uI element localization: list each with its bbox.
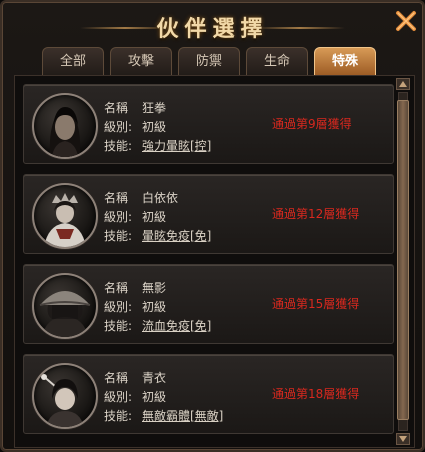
obtain-condition: 通過第18層獲得 bbox=[272, 387, 360, 401]
companion-name: 白依依 bbox=[142, 191, 179, 205]
level-label: 級別: bbox=[104, 120, 133, 134]
companion-name-row: 名稱 無影 bbox=[104, 279, 166, 296]
window-title: 伙伴選擇 bbox=[156, 17, 269, 42]
close-button[interactable] bbox=[394, 9, 418, 33]
companion-name-row: 名稱 白依依 bbox=[104, 189, 178, 206]
close-icon bbox=[396, 11, 416, 31]
scroll-up-button[interactable] bbox=[396, 78, 410, 90]
chevron-up-icon bbox=[399, 81, 407, 87]
companion-level: 初級 bbox=[142, 120, 167, 134]
obtain-condition: 通過第12層獲得 bbox=[272, 207, 360, 221]
companion-name: 狂拳 bbox=[142, 101, 167, 115]
name-label: 名稱 bbox=[104, 191, 129, 205]
companion-select-window: 伙伴選擇 全部 攻擊 防禦 生命 特殊 名稱 狂拳 級別: 初級 技能: 強力暈… bbox=[0, 0, 425, 452]
companion-skill-row: 技能: 流血免疫[免] bbox=[104, 317, 211, 334]
level-label: 級別: bbox=[104, 300, 133, 314]
name-label: 名稱 bbox=[104, 101, 129, 115]
companion-card[interactable]: 名稱 白依依 級別: 初級 技能: 暈眩免疫[免] 通過第12層獲得 bbox=[23, 174, 394, 254]
companion-card[interactable]: 名稱 狂拳 級別: 初級 技能: 強力暈眩[控] 通過第9層獲得 bbox=[23, 84, 394, 164]
companion-level: 初級 bbox=[142, 210, 167, 224]
companion-card[interactable]: 名稱 青衣 級別: 初級 技能: 無敵霸體[無敵] 通過第18層獲得 bbox=[23, 354, 394, 434]
skill-label: 技能: bbox=[104, 319, 133, 333]
companion-level-row: 級別: 初級 bbox=[104, 208, 166, 225]
scroll-thumb[interactable] bbox=[397, 100, 409, 420]
title-bar: 伙伴選擇 bbox=[2, 2, 423, 44]
companion-skill-link[interactable]: 暈眩免疫[免] bbox=[142, 227, 211, 244]
tab-life[interactable]: 生命 bbox=[246, 47, 308, 75]
tab-special[interactable]: 特殊 bbox=[314, 47, 376, 75]
companion-skill-link[interactable]: 強力暈眩[控] bbox=[142, 137, 211, 154]
companion-list-frame: 名稱 狂拳 級別: 初級 技能: 強力暈眩[控] 通過第9層獲得 名稱 白依依 … bbox=[14, 75, 415, 448]
obtain-condition: 通過第15層獲得 bbox=[272, 297, 360, 311]
list-scrollbar[interactable] bbox=[396, 78, 410, 445]
obtain-condition: 通過第9層獲得 bbox=[272, 117, 352, 131]
straw-hat-warrior-portrait-icon bbox=[32, 273, 98, 339]
skill-label: 技能: bbox=[104, 409, 133, 423]
skill-label: 技能: bbox=[104, 139, 133, 153]
tab-attack[interactable]: 攻擊 bbox=[110, 47, 172, 75]
companion-skill-link[interactable]: 流血免疫[免] bbox=[142, 317, 211, 334]
tab-defense[interactable]: 防禦 bbox=[178, 47, 240, 75]
companion-name: 青衣 bbox=[142, 371, 167, 385]
chevron-down-icon bbox=[399, 436, 407, 442]
name-label: 名稱 bbox=[104, 281, 129, 295]
companion-level: 初級 bbox=[142, 390, 167, 404]
long-hair-man-portrait-icon bbox=[32, 93, 98, 159]
scroll-down-button[interactable] bbox=[396, 433, 410, 445]
companion-card[interactable]: 名稱 無影 級別: 初級 技能: 流血免疫[免] 通過第15層獲得 bbox=[23, 264, 394, 344]
companion-level: 初級 bbox=[142, 300, 167, 314]
crowned-woman-portrait-icon bbox=[32, 183, 98, 249]
companion-level-row: 級別: 初級 bbox=[104, 388, 166, 405]
companion-skill-row: 技能: 無敵霸體[無敵] bbox=[104, 407, 223, 424]
companion-level-row: 級別: 初級 bbox=[104, 298, 166, 315]
companion-name-row: 名稱 狂拳 bbox=[104, 99, 166, 116]
hair-ornament-woman-portrait-icon bbox=[32, 363, 98, 429]
companion-name: 無影 bbox=[142, 281, 167, 295]
level-label: 級別: bbox=[104, 390, 133, 404]
companion-name-row: 名稱 青衣 bbox=[104, 369, 166, 386]
tab-all[interactable]: 全部 bbox=[42, 47, 104, 75]
companion-skill-row: 技能: 暈眩免疫[免] bbox=[104, 227, 211, 244]
level-label: 級別: bbox=[104, 210, 133, 224]
companion-skill-link[interactable]: 無敵霸體[無敵] bbox=[142, 407, 223, 424]
companion-level-row: 級別: 初級 bbox=[104, 118, 166, 135]
skill-label: 技能: bbox=[104, 229, 133, 243]
name-label: 名稱 bbox=[104, 371, 129, 385]
companion-skill-row: 技能: 強力暈眩[控] bbox=[104, 137, 211, 154]
